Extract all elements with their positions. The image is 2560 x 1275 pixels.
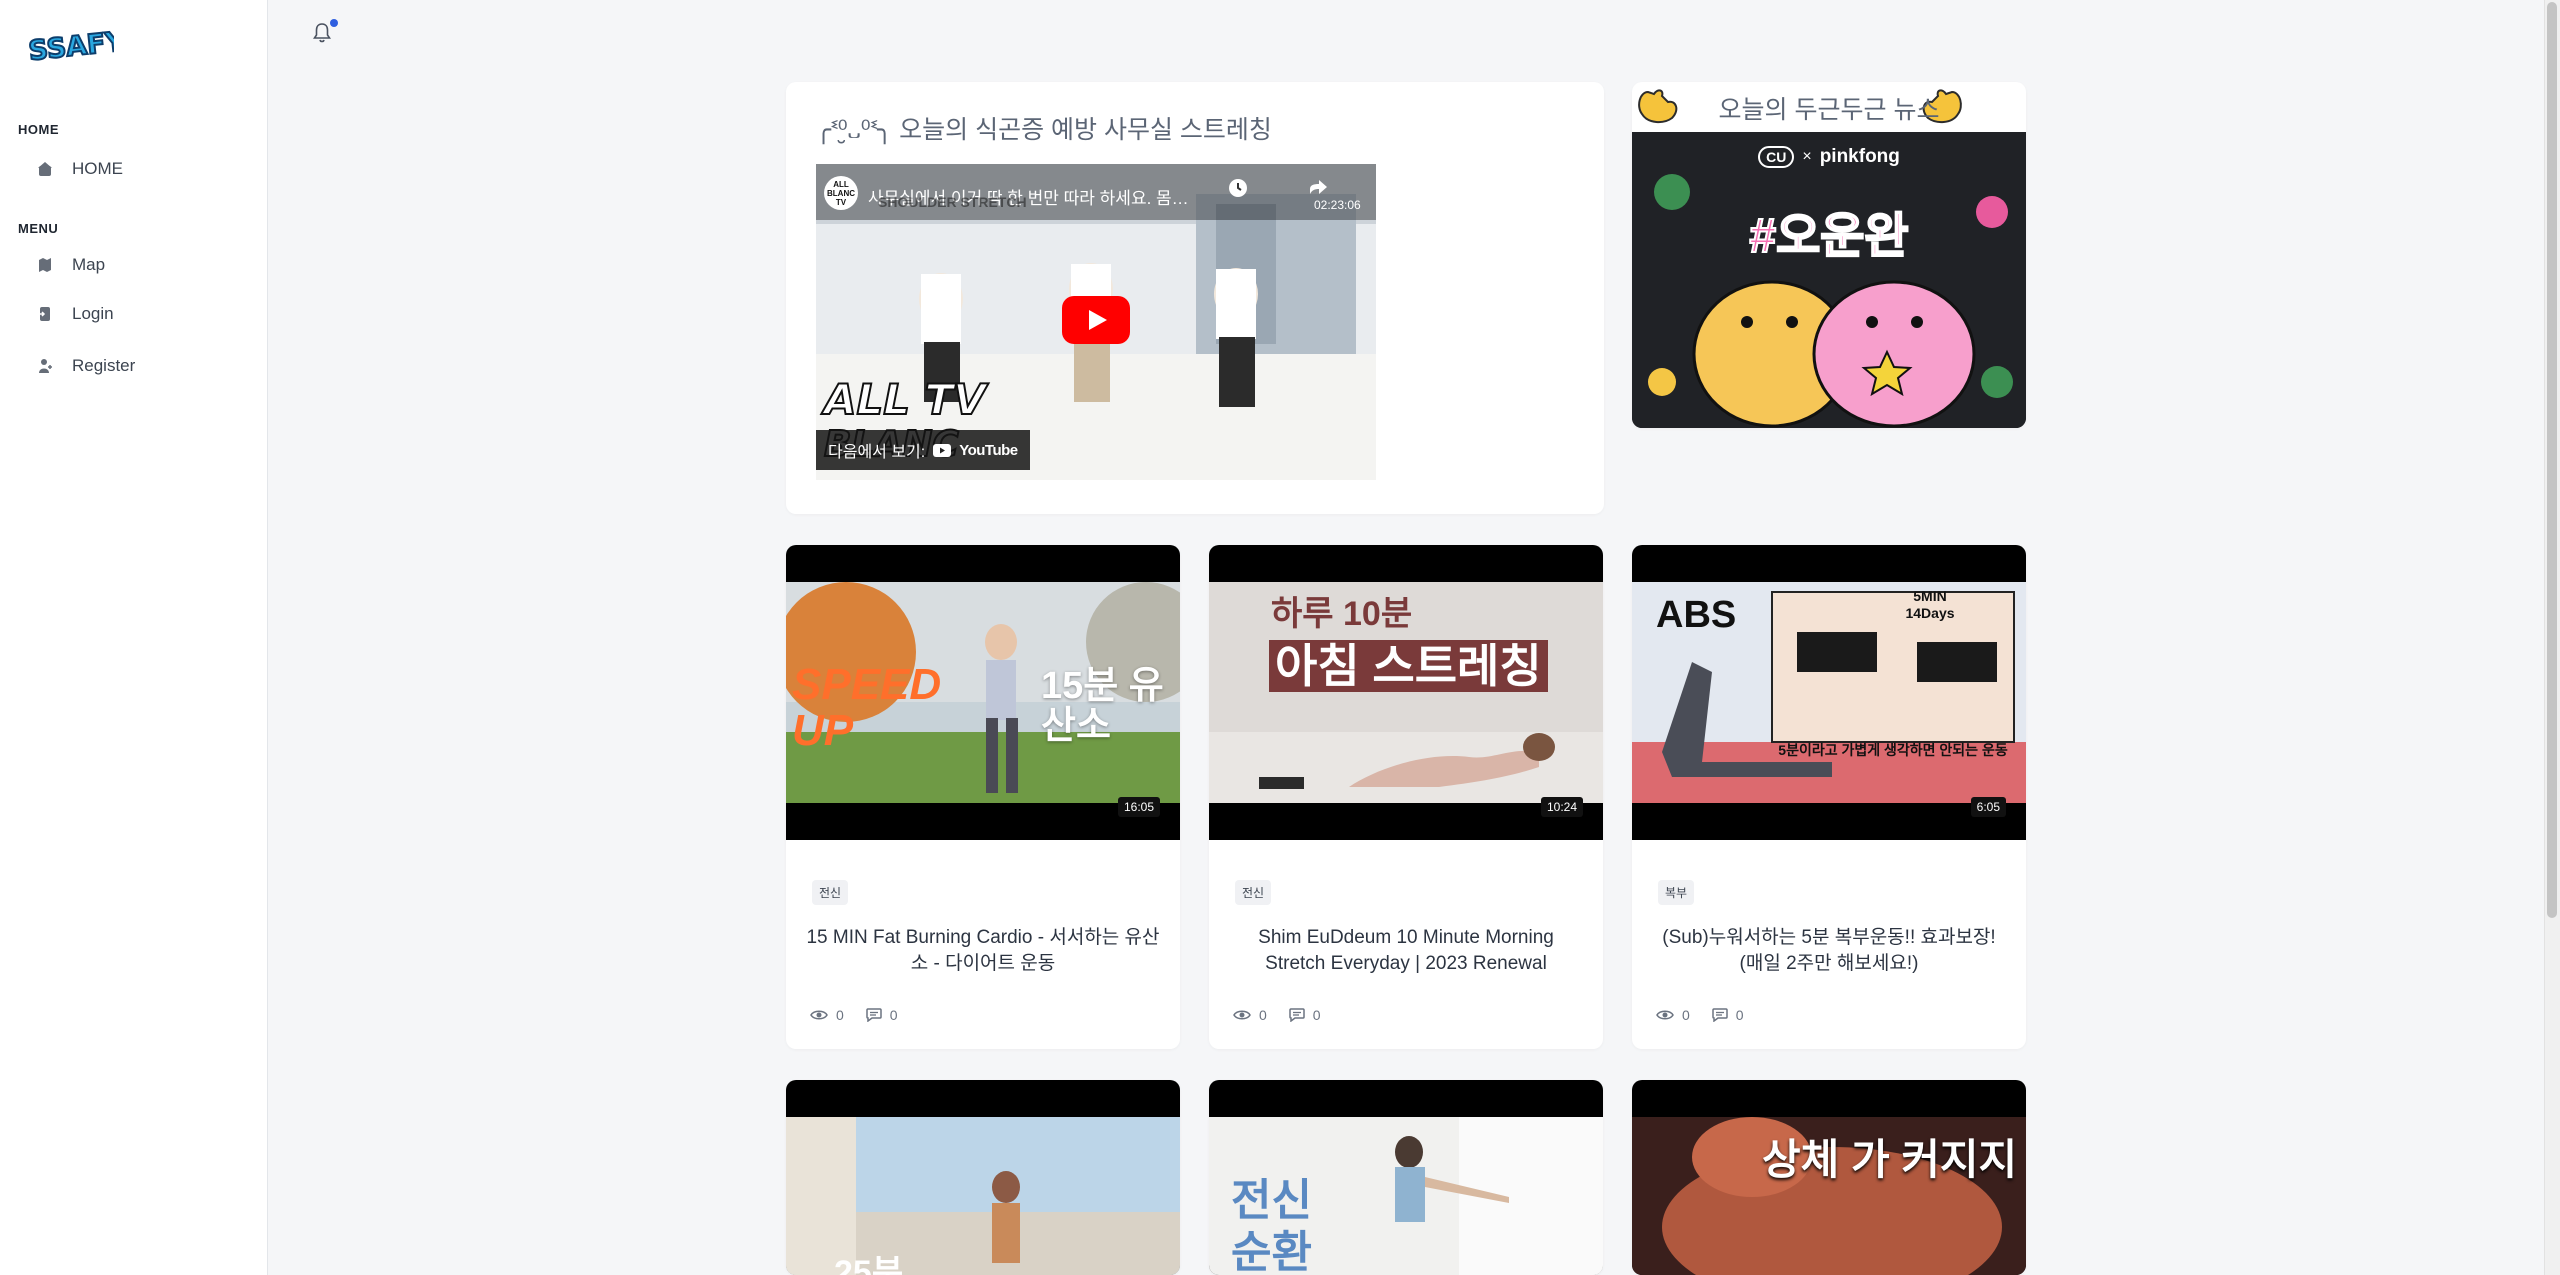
thumb-text: 하루 10분 [1271, 595, 1413, 633]
sidebar-item-register[interactable]: Register [36, 356, 135, 376]
notification-dot [330, 19, 338, 27]
video-duration: 6:05 [1970, 797, 2006, 817]
thumb-caption: 5분이라고 가볍게 생각하면 안되는 운동 [1778, 742, 2008, 758]
youtube-player[interactable]: ALL TV BLANC ALL BLANC TV 사무실에서 이거 딱 한 번… [816, 164, 1376, 480]
thumb-badge: 5MIN 14Days [1905, 588, 1955, 621]
nav-section-menu: MENU [18, 221, 59, 236]
news-card: 오늘의 두근두근 뉴스 CU × pinkfong #오운완 [1632, 82, 2026, 428]
sidebar-item-label: Register [72, 356, 136, 375]
player-overlay-text: SHOULDER STRETCH [878, 194, 1027, 210]
video-meta: 0 0 [1233, 1007, 1343, 1023]
video-card[interactable]: 전신 순환 [1209, 1080, 1603, 1275]
eye-icon [810, 1010, 828, 1020]
user-icon [36, 357, 54, 375]
watch-on-label: 다음에서 보기: [828, 444, 926, 461]
brand-cu: CU [1758, 146, 1795, 168]
video-card[interactable]: 상체 가 커지지 [1632, 1080, 2026, 1275]
bell-icon[interactable] [312, 22, 332, 44]
video-title[interactable]: (Sub)누워서하는 5분 복부운동!! 효과보장! (매일 2주만 해보세요!… [1652, 925, 2006, 977]
channel-name: ALL BLANC TV [827, 179, 855, 207]
share-icon [1310, 180, 1327, 194]
share-button[interactable] [1306, 176, 1330, 200]
play-button[interactable] [1062, 296, 1130, 344]
eye-icon [1233, 1010, 1251, 1020]
news-image[interactable]: CU × pinkfong #오운완 [1632, 132, 2026, 428]
video-thumbnail[interactable]: ABS 5MIN 14Days 5분이라고 가볍게 생각하면 안되는 운동 6:… [1632, 545, 2026, 840]
nav-section-home: HOME [18, 122, 59, 137]
brand-row: CU × pinkfong [1632, 146, 2026, 168]
sidebar-item-home[interactable]: HOME [36, 159, 123, 179]
thumb-text: ABS [1656, 594, 1737, 636]
featured-stretching-card: ╭ᓫ⁰̮᎑⁰ᓫ╮ 오늘의 식곤증 예방 사무실 스트레칭 ALL TV BLAN… [786, 82, 1604, 514]
video-meta: 0 0 [1656, 1007, 1766, 1023]
video-card[interactable]: 하루 10분 아침 스트레칭 10:24 전신 Shim EuDdeum 10 … [1209, 545, 1603, 1049]
category-badge[interactable]: 복부 [1658, 880, 1695, 905]
comment-count: 0 [1312, 1007, 1321, 1023]
play-icon [1062, 296, 1130, 344]
category-badge[interactable]: 전신 [1235, 880, 1272, 905]
sidebar-item-label: Login [72, 304, 114, 323]
ssafy-logo[interactable]: SSAFY [22, 18, 114, 68]
player-time: 02:23:06 [1314, 198, 1361, 212]
watch-later-button[interactable] [1226, 176, 1250, 200]
login-icon [36, 305, 54, 323]
comment-count: 0 [889, 1007, 898, 1023]
view-count: 0 [836, 1007, 844, 1023]
clock-icon [1229, 179, 1247, 197]
video-card[interactable]: ABS 5MIN 14Days 5분이라고 가볍게 생각하면 안되는 운동 6:… [1632, 545, 2026, 1049]
video-meta: 0 0 [810, 1007, 920, 1023]
home-icon [36, 160, 54, 178]
sidebar-item-login[interactable]: Login [36, 304, 114, 324]
news-artwork [1632, 132, 2026, 428]
svg-text:ALL TV: ALL TV [821, 375, 989, 424]
watch-on-youtube-link[interactable]: 다음에서 보기: YouTube [816, 430, 1030, 470]
brand-x: × [1802, 148, 1812, 165]
featured-title: ╭ᓫ⁰̮᎑⁰ᓫ╮ 오늘의 식곤증 예방 사무실 스트레칭 [816, 116, 1272, 144]
thumb-text-2: 아침 스트레칭 [1269, 640, 1548, 692]
sidebar-item-label: HOME [72, 159, 123, 178]
view-count: 0 [1682, 1007, 1690, 1023]
svg-text:SSAFY: SSAFY [27, 26, 114, 67]
comment-icon [1712, 1008, 1728, 1022]
thumb-text: 25분 [834, 1254, 904, 1275]
scrollbar-thumb[interactable] [2547, 2, 2557, 918]
youtube-label: YouTube [959, 441, 1018, 459]
news-headline: #오운완 [1748, 209, 1909, 264]
sidebar-item-label: Map [72, 255, 106, 274]
video-duration: 10:24 [1540, 797, 1583, 817]
video-title[interactable]: Shim EuDdeum 10 Minute Morning Stretch E… [1229, 925, 1583, 977]
sidebar-item-map[interactable]: Map [36, 255, 105, 275]
video-card[interactable]: SPEED UP 15분 유산소 16:05 전신 15 MIN Fat Bur… [786, 545, 1180, 1049]
eye-icon [1656, 1010, 1674, 1020]
comment-icon [866, 1008, 882, 1022]
video-duration: 16:05 [1117, 797, 1160, 817]
news-title: 오늘의 두근두근 뉴스 [1718, 96, 1940, 124]
video-card[interactable]: 25분 [786, 1080, 1180, 1275]
video-title[interactable]: 15 MIN Fat Burning Cardio - 서서하는 유산소 - 다… [806, 925, 1160, 977]
thumb-text: 상체 가 커지지 [1762, 1136, 2018, 1183]
comment-count: 0 [1735, 1007, 1744, 1023]
map-icon [36, 256, 54, 274]
view-count: 0 [1259, 1007, 1267, 1023]
comment-icon [1289, 1008, 1305, 1022]
channel-avatar[interactable]: ALL BLANC TV [824, 176, 858, 210]
video-thumbnail[interactable]: 상체 가 커지지 [1632, 1080, 2026, 1275]
brand-pinkfong: pinkfong [1819, 146, 1900, 167]
category-badge[interactable]: 전신 [812, 880, 849, 905]
video-thumbnail[interactable]: 전신 순환 [1209, 1080, 1603, 1275]
youtube-icon [933, 443, 952, 457]
video-thumbnail[interactable]: SPEED UP 15분 유산소 16:05 [786, 545, 1180, 840]
thumb-text: 전신 순환 [1231, 1176, 1312, 1275]
video-thumbnail[interactable]: 하루 10분 아침 스트레칭 10:24 [1209, 545, 1603, 840]
thumb-text: 15분 유산소 [1041, 665, 1164, 747]
page-scrollbar[interactable] [2544, 0, 2560, 1275]
video-thumbnail[interactable]: 25분 [786, 1080, 1180, 1275]
sidebar: SSAFY HOME HOME MENU Map Login Register [0, 0, 268, 1275]
thumb-badge: SPEED UP [792, 660, 942, 755]
